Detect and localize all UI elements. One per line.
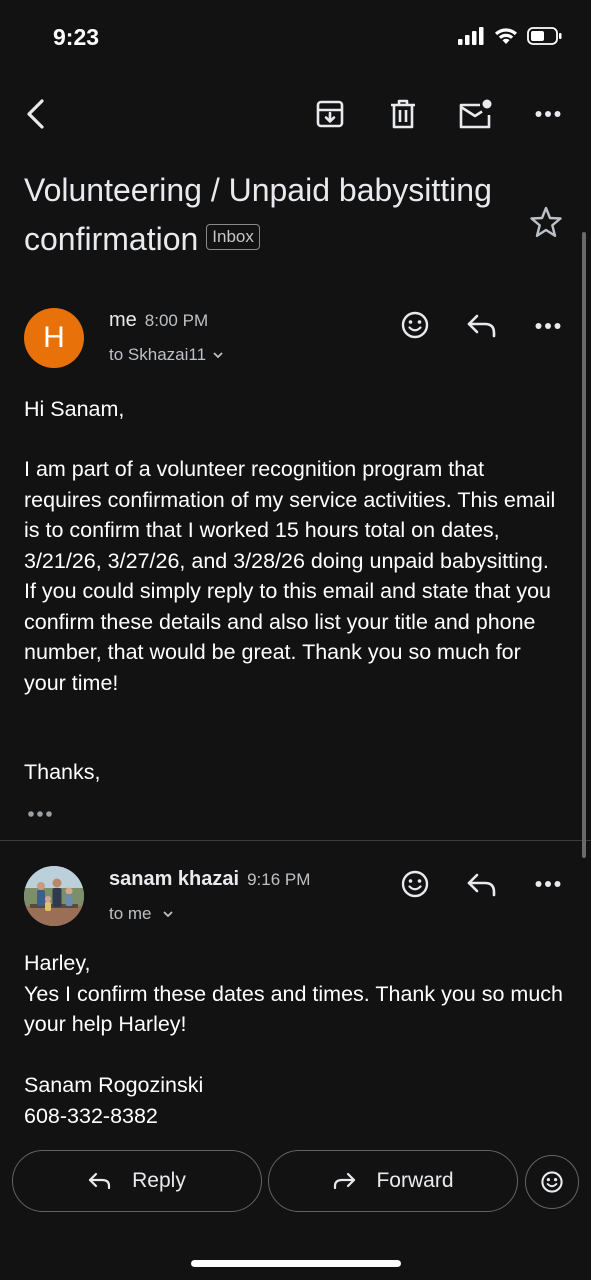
- status-icons: [457, 26, 563, 46]
- reply-action-button[interactable]: Reply: [12, 1150, 262, 1212]
- show-trimmed-content-button[interactable]: [24, 805, 56, 823]
- message-more-button[interactable]: [532, 876, 564, 892]
- message-greeting: Hi Sanam,: [24, 397, 125, 421]
- message-more-button[interactable]: [532, 318, 564, 334]
- more-options-button[interactable]: [530, 96, 566, 132]
- trash-icon: [391, 99, 415, 129]
- sender-avatar-photo[interactable]: [24, 866, 84, 926]
- forward-label: Forward: [376, 1169, 454, 1192]
- inbox-label-badge[interactable]: Inbox: [206, 223, 260, 250]
- home-indicator[interactable]: [191, 1260, 401, 1267]
- react-button[interactable]: [398, 867, 432, 901]
- scrollbar[interactable]: [582, 232, 586, 858]
- react-action-button[interactable]: [525, 1155, 579, 1209]
- more-icon: [535, 881, 561, 887]
- recipient-toggle[interactable]: to Skhazai11: [109, 345, 224, 365]
- back-button[interactable]: [18, 96, 54, 132]
- reply-arrow-icon: [467, 873, 496, 897]
- emoji-smile-icon: [401, 870, 429, 898]
- back-arrow-icon: [27, 99, 44, 129]
- message-2-header: sanam khazai 9:16 PM: [109, 868, 310, 891]
- archive-button[interactable]: [312, 96, 348, 132]
- ellipsis-icon: [28, 811, 52, 817]
- wifi-icon: [495, 28, 517, 44]
- reply-arrow-icon: [89, 1172, 111, 1190]
- message-1-header: me 8:00 PM: [109, 309, 208, 332]
- recipient-toggle[interactable]: to me: [109, 904, 174, 924]
- recipient-line: to me: [109, 904, 152, 923]
- message-body: I am part of a volunteer recognition pro…: [24, 457, 562, 695]
- chevron-down-icon: [213, 352, 223, 359]
- message-signoff: Thanks,: [24, 760, 101, 784]
- cellular-signal-icon: [458, 27, 484, 45]
- mark-unread-button[interactable]: [457, 96, 495, 132]
- message-divider: [0, 840, 591, 841]
- reply-button[interactable]: [465, 310, 499, 342]
- delete-button[interactable]: [385, 96, 421, 132]
- reply-label: Reply: [132, 1169, 186, 1192]
- emoji-smile-icon: [401, 311, 429, 339]
- star-button[interactable]: [526, 202, 566, 242]
- status-time: 9:23: [53, 24, 100, 50]
- sender-name: me: [109, 309, 137, 331]
- mark-unread-icon: [459, 99, 492, 129]
- forward-action-button[interactable]: Forward: [268, 1150, 518, 1212]
- message-time: 9:16 PM: [247, 870, 311, 889]
- more-icon: [535, 111, 561, 117]
- battery-icon: [527, 27, 562, 45]
- chevron-down-icon: [162, 911, 173, 918]
- avatar-letter: H: [43, 321, 65, 354]
- sender-name: sanam khazai: [109, 868, 240, 890]
- sender-avatar-me[interactable]: H: [24, 308, 84, 368]
- recipient-line: to Skhazai11: [109, 345, 207, 364]
- message-time: 8:00 PM: [144, 311, 209, 330]
- reply-button[interactable]: [465, 869, 499, 901]
- star-icon: [530, 206, 562, 237]
- message-body: Harley, Yes I confirm these dates and ti…: [24, 951, 563, 1128]
- archive-icon: [316, 100, 344, 128]
- react-button[interactable]: [398, 308, 432, 342]
- more-icon: [535, 323, 561, 329]
- reply-arrow-icon: [467, 314, 496, 338]
- email-subject: Volunteering / Unpaid babysitting confir…: [24, 166, 494, 264]
- forward-arrow-icon: [334, 1172, 356, 1190]
- profile-photo-icon: [24, 866, 84, 926]
- emoji-smile-icon: [541, 1171, 563, 1193]
